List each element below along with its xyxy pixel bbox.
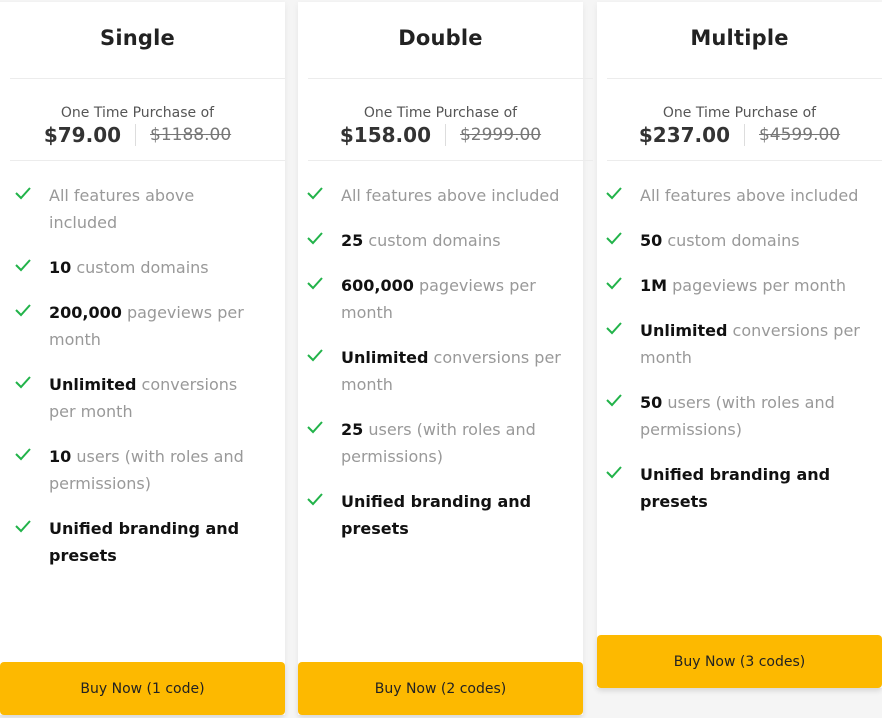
divider: [308, 160, 593, 161]
plan-title: Single: [100, 26, 175, 50]
feature-text: custom domains: [363, 231, 501, 250]
feature-item: 50 users (with roles and permissions): [597, 389, 882, 443]
check-icon: [606, 277, 622, 290]
feature-item: 10 custom domains: [6, 254, 285, 281]
feature-item: All features above included: [597, 182, 882, 209]
feature-item: 600,000 pageviews per month: [298, 272, 583, 326]
feature-text: custom domains: [662, 231, 800, 250]
feature-highlight: 200,000: [49, 303, 122, 322]
price-label: One Time Purchase of: [662, 105, 817, 121]
check-icon: [15, 448, 31, 461]
feature-list: All features above included 50 custom dom…: [597, 182, 882, 533]
feature-item: All features above included: [6, 182, 285, 236]
check-icon: [15, 304, 31, 317]
price-original: $4599.00: [758, 125, 841, 145]
feature-highlight: Unlimited: [640, 321, 728, 340]
feature-highlight: 50: [640, 393, 663, 412]
feature-text: All features above included: [640, 186, 859, 205]
price-label: One Time Purchase of: [60, 105, 215, 121]
feature-text: All features above included: [49, 186, 195, 232]
feature-text: pageviews per month: [667, 276, 846, 295]
price-row: $237.00 $4599.00: [597, 123, 882, 147]
feature-text: users (with roles and permissions): [49, 447, 244, 493]
check-icon: [606, 466, 622, 479]
feature-item: Unlimited conversions per month: [597, 317, 882, 371]
feature-highlight: Unified branding and presets: [341, 492, 532, 538]
price-original: $2999.00: [459, 125, 542, 145]
feature-list: All features above included 10 custom dom…: [6, 182, 285, 587]
plan-title: Double: [398, 26, 483, 50]
divider: [607, 78, 882, 79]
feature-highlight: 25: [341, 231, 364, 250]
feature-highlight: Unlimited: [341, 348, 429, 367]
check-icon: [15, 259, 31, 272]
plan-card-multiple: Multiple One Time Purchase of $237.00 $4…: [597, 2, 882, 688]
price-separator: [135, 124, 137, 146]
feature-highlight: Unified branding and presets: [640, 465, 831, 511]
buy-now-button-single[interactable]: Buy Now (1 code): [0, 662, 285, 715]
price-separator: [444, 124, 446, 146]
price-label: One Time Purchase of: [363, 105, 518, 121]
feature-item: Unlimited conversions per month: [6, 371, 285, 425]
check-icon: [307, 493, 323, 506]
check-icon: [15, 520, 31, 533]
feature-highlight: Unified branding and presets: [49, 519, 240, 565]
divider: [308, 78, 593, 79]
feature-text: custom domains: [71, 258, 209, 277]
price-current: $158.00: [339, 123, 431, 147]
feature-highlight: 600,000: [341, 276, 414, 295]
check-icon: [307, 277, 323, 290]
check-icon: [307, 421, 323, 434]
feature-text: users (with roles and permissions): [640, 393, 835, 439]
feature-item: Unified branding and presets: [597, 461, 882, 515]
check-icon: [15, 187, 31, 200]
feature-item: 50 custom domains: [597, 227, 882, 254]
feature-item: 25 users (with roles and permissions): [298, 416, 583, 470]
check-icon: [606, 322, 622, 335]
feature-highlight: 1M: [640, 276, 668, 295]
check-icon: [606, 394, 622, 407]
feature-highlight: Unlimited: [49, 375, 137, 394]
price-current: $79.00: [43, 123, 122, 147]
check-icon: [307, 187, 323, 200]
feature-highlight: 25: [341, 420, 364, 439]
divider: [607, 160, 882, 161]
feature-text: users (with roles and permissions): [341, 420, 536, 466]
feature-item: 10 users (with roles and permissions): [6, 443, 285, 497]
divider: [10, 78, 285, 79]
check-icon: [307, 349, 323, 362]
check-icon: [15, 376, 31, 389]
feature-highlight: 50: [640, 231, 663, 250]
feature-highlight: 10: [49, 447, 72, 466]
plan-card-double: Double One Time Purchase of $158.00 $299…: [298, 2, 593, 715]
check-icon: [606, 187, 622, 200]
check-icon: [307, 232, 323, 245]
price-original: $1188.00: [150, 125, 232, 145]
plan-title: Multiple: [690, 26, 789, 50]
feature-item: 25 custom domains: [298, 227, 583, 254]
price-separator: [743, 124, 745, 146]
feature-item: All features above included: [298, 182, 583, 209]
price-row: $79.00 $1188.00: [0, 123, 285, 147]
price-current: $237.00: [638, 123, 730, 147]
feature-list: All features above included 25 custom dom…: [298, 182, 583, 560]
feature-item: 1M pageviews per month: [597, 272, 882, 299]
buy-now-button-double[interactable]: Buy Now (2 codes): [298, 662, 583, 715]
feature-item: Unified branding and presets: [6, 515, 285, 569]
feature-highlight: 10: [49, 258, 72, 277]
plan-card-single: Single One Time Purchase of $79.00 $1188…: [0, 2, 285, 715]
check-icon: [606, 232, 622, 245]
feature-item: Unified branding and presets: [298, 488, 583, 542]
feature-text: All features above included: [341, 186, 560, 205]
feature-item: Unlimited conversions per month: [298, 344, 583, 398]
price-row: $158.00 $2999.00: [298, 123, 583, 147]
buy-now-button-multiple[interactable]: Buy Now (3 codes): [597, 635, 882, 688]
feature-item: 200,000 pageviews per month: [6, 299, 285, 353]
divider: [10, 160, 285, 161]
